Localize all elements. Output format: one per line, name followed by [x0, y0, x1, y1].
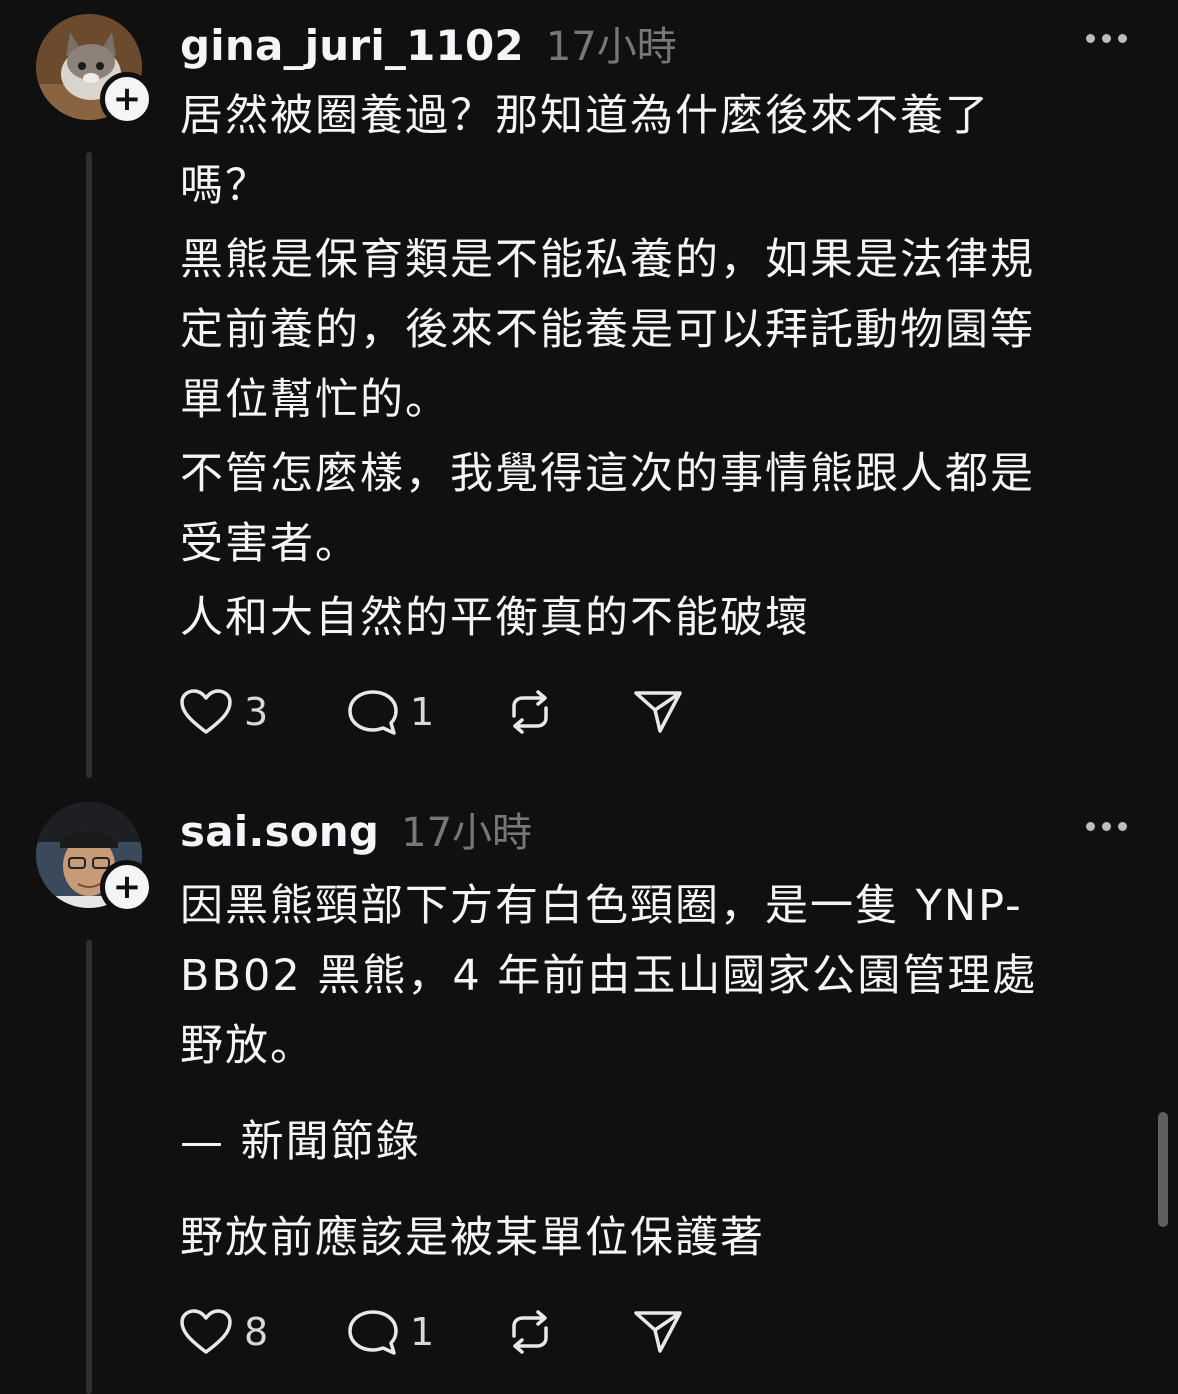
post-text-line: 野放。 — [180, 1021, 315, 1071]
thread-connector-line — [86, 940, 92, 1394]
post-text-line: 居然被圈養過？那知道為什麼後來不養了 — [180, 91, 990, 141]
post-text-line: BB02 黑熊，4 年前由玉山國家公園管理處 — [180, 951, 1038, 1001]
post-text-line: 因黑熊頸部下方有白色頸圈，是一隻 YNP- — [180, 881, 1023, 931]
send-icon — [634, 1311, 682, 1353]
repost-icon — [512, 1310, 548, 1354]
avatar-container[interactable]: + — [36, 802, 154, 914]
share-button[interactable] — [632, 688, 684, 736]
post-text-line: 人和大自然的平衡真的不能破壞 — [180, 593, 810, 643]
post-actions: 3 1 — [178, 688, 684, 736]
post-text-line: 黑熊是保育類是不能私養的，如果是法律規 — [180, 235, 1035, 285]
like-count: 3 — [244, 690, 269, 734]
post-header: gina_juri_1102 17小時 — [180, 14, 677, 72]
avatar-container[interactable]: + — [36, 14, 154, 126]
reply-button[interactable]: 1 — [346, 688, 504, 736]
post-text-line: — 新聞節錄 — [180, 1117, 421, 1167]
reply-count: 1 — [410, 690, 435, 734]
more-options-icon[interactable] — [1086, 34, 1127, 43]
repost-icon — [512, 690, 548, 734]
repost-button[interactable] — [504, 1308, 632, 1356]
post-text-line: 嗎？ — [180, 161, 270, 211]
post-text-line: 受害者。 — [180, 519, 360, 569]
post-text-line: 單位幫忙的。 — [180, 375, 450, 425]
post-text-line: 野放前應該是被某單位保護著 — [180, 1213, 765, 1263]
heart-icon — [180, 689, 232, 734]
thread-connector-line — [86, 152, 92, 778]
like-button[interactable]: 8 — [178, 1308, 346, 1356]
like-button[interactable]: 3 — [178, 688, 346, 736]
post-timestamp: 17小時 — [545, 24, 677, 70]
like-count: 8 — [244, 1310, 269, 1354]
scrollbar[interactable] — [1158, 1112, 1168, 1227]
more-options-icon[interactable] — [1086, 822, 1127, 831]
post-text-line: 不管怎麼樣，我覺得這次的事情熊跟人都是 — [180, 449, 1035, 499]
comment-icon — [348, 690, 398, 735]
comment-icon — [348, 1310, 398, 1355]
username-link[interactable]: sai.song — [180, 807, 379, 856]
follow-plus-icon[interactable]: + — [100, 860, 154, 914]
post-timestamp: 17小時 — [401, 810, 533, 856]
send-icon — [634, 691, 682, 733]
reply-button[interactable]: 1 — [346, 1308, 504, 1356]
post-header: sai.song 17小時 — [180, 800, 532, 858]
post-text-line: 定前養的，後來不能養是可以拜託動物園等 — [180, 305, 1035, 355]
post-actions: 8 1 — [178, 1308, 684, 1356]
repost-button[interactable] — [504, 688, 632, 736]
username-link[interactable]: gina_juri_1102 — [180, 21, 524, 70]
share-button[interactable] — [632, 1308, 684, 1356]
reply-count: 1 — [410, 1310, 435, 1354]
heart-icon — [180, 1309, 232, 1354]
follow-plus-icon[interactable]: + — [100, 72, 154, 126]
